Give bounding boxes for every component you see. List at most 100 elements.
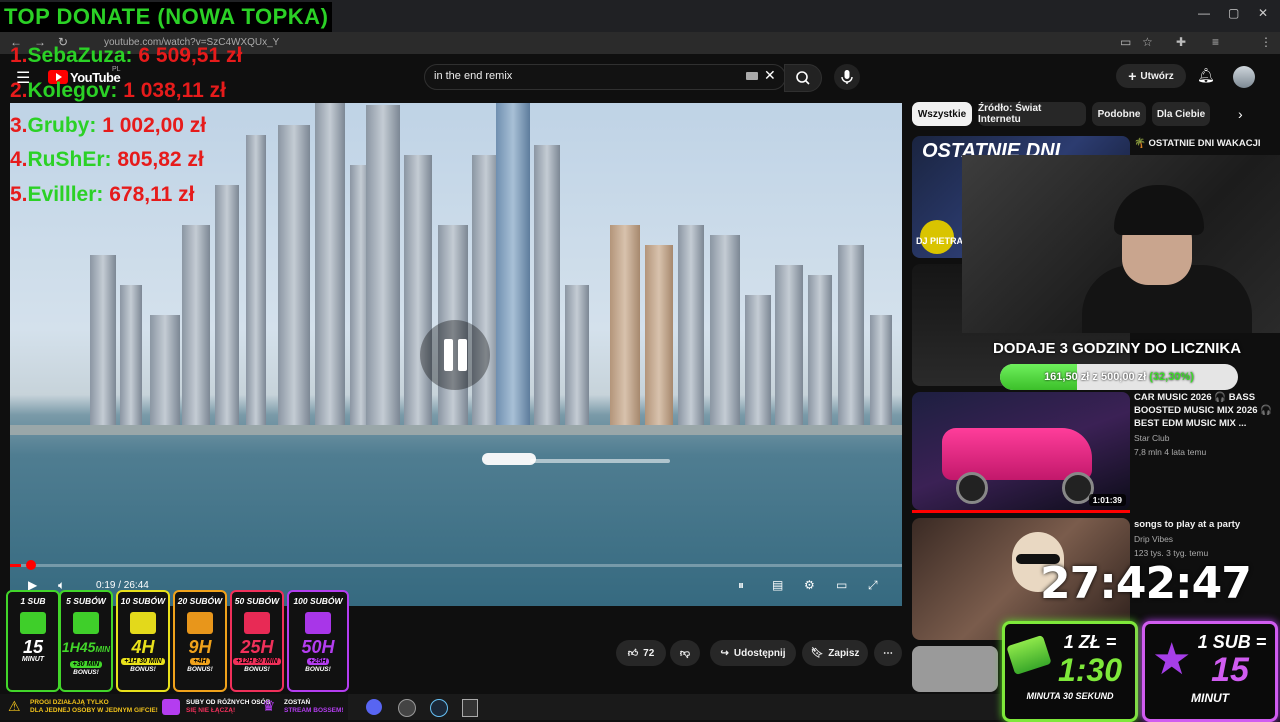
tier-time: 50H xyxy=(301,637,335,657)
star-icon: ★ xyxy=(1152,635,1192,684)
video-title[interactable]: CAR MUSIC 2026 🎧 BASS BOOSTED MUSIC MIX … xyxy=(1134,391,1274,430)
tier-time: 4H xyxy=(131,637,155,657)
video-meta: 7,8 mln 4 lata temu xyxy=(1134,447,1207,457)
gift-icon xyxy=(162,699,180,715)
keyboard-icon[interactable] xyxy=(746,72,758,80)
gift-icon xyxy=(305,612,331,634)
tier-panel: 1 SUB 15 MINUT xyxy=(6,590,60,692)
bookmark-star-icon[interactable]: ☆ xyxy=(1142,35,1153,49)
clear-search-icon[interactable]: ✕ xyxy=(764,67,776,84)
donor-name: Kolegov: xyxy=(27,79,118,102)
search-icon xyxy=(796,71,810,85)
donor-amount: 6 509,51 zł xyxy=(138,44,243,67)
video-progress-bar[interactable] xyxy=(10,564,902,567)
subtitles-icon[interactable]: ▤ xyxy=(772,578,783,592)
like-count: 72 xyxy=(643,647,655,659)
donor-name: Evilller: xyxy=(27,183,104,206)
tier-bonus: +4H xyxy=(190,658,210,665)
avatar[interactable] xyxy=(1233,66,1255,88)
steam-icon[interactable] xyxy=(430,699,448,717)
like-button[interactable]: 👍︎ 72 xyxy=(616,640,666,666)
donor-name: RuShEr: xyxy=(27,148,112,171)
goal-percent: (32,30%) xyxy=(1149,371,1194,383)
tier-time: 1H45 xyxy=(61,639,96,655)
chips-next-icon[interactable]: › xyxy=(1238,106,1243,122)
thumbs-down-icon: 👎︎ xyxy=(679,648,691,659)
donor-name: SebaZuza: xyxy=(27,44,133,67)
notifications-bell-icon[interactable]: 🔔︎ xyxy=(1197,67,1215,84)
goal-target: 500,00 zł xyxy=(1100,371,1147,383)
search-input[interactable]: in the end remix xyxy=(434,70,512,82)
obs-icon[interactable] xyxy=(398,699,416,717)
donor-rank: 3. xyxy=(10,114,28,137)
tier-label: 100 SUBÓW xyxy=(293,596,343,606)
channel-name[interactable]: Drip Vibes xyxy=(1134,532,1173,546)
sub-rate-label: 1 SUB = xyxy=(1197,632,1267,652)
donor-row: 2.Kolegov: 1 038,11 zł xyxy=(10,79,226,103)
more-actions-button[interactable]: ⋯ xyxy=(874,640,902,666)
minimize-icon[interactable]: — xyxy=(1198,6,1210,20)
tier-bonus-label: BONUS! xyxy=(130,666,156,673)
bookmark-icon: 🔖︎ xyxy=(810,647,824,659)
discord-icon[interactable] xyxy=(366,699,382,715)
tab-list-icon[interactable]: ≡ xyxy=(1212,35,1219,49)
voice-search-button[interactable] xyxy=(834,64,860,90)
info-boss-line2: STREAM BOSSEM! xyxy=(284,707,344,714)
warning-icon: ⚠ xyxy=(8,698,21,714)
money-rate-unit: MINUTA 30 SEKUND xyxy=(1026,691,1114,701)
search-button[interactable] xyxy=(784,64,822,92)
create-button[interactable]: + Utwórz xyxy=(1116,64,1186,88)
info-subs: SUBY OD RÓŻNYCH OSÓB SIĘ NIE ŁĄCZĄ! xyxy=(186,699,270,715)
chip-all[interactable]: Wszystkie xyxy=(912,102,972,126)
tier-label: 10 SUBÓW xyxy=(120,596,166,606)
tier-bonus: +1H 30 MIN xyxy=(121,658,165,665)
epic-games-icon[interactable] xyxy=(462,699,478,717)
donor-row: 4.RuShEr: 805,82 zł xyxy=(10,148,204,172)
fullscreen-icon[interactable]: ⤢ xyxy=(868,578,878,593)
dislike-button[interactable]: 👎︎ xyxy=(670,640,700,666)
info-subs-line2: SIĘ NIE ŁĄCZĄ! xyxy=(186,707,236,714)
autoplay-toggle-icon[interactable]: ⏸︎ xyxy=(738,578,744,593)
webcam-overlay xyxy=(962,155,1280,333)
tier-bonus-label: BONUS! xyxy=(305,666,331,673)
share-button[interactable]: ↪ Udostępnij xyxy=(710,640,796,666)
cast-icon[interactable]: ▭ xyxy=(1120,35,1131,49)
tier-bonus-label: BONUS! xyxy=(187,666,213,673)
chip-source[interactable]: Źródło: Świat Internetu xyxy=(978,102,1086,126)
theater-mode-icon[interactable]: ▭ xyxy=(836,578,847,592)
gift-icon xyxy=(20,612,46,634)
donor-amount: 1 038,11 zł xyxy=(123,79,226,102)
video-thumbnail[interactable] xyxy=(912,646,998,692)
donor-amount: 678,11 zł xyxy=(109,183,195,206)
chip-for-you[interactable]: Dla Ciebie xyxy=(1152,102,1210,126)
video-thumbnail[interactable]: 1:01:39 xyxy=(912,392,1130,510)
video-duration: 1:01:39 xyxy=(1088,494,1126,506)
donor-rank: 1. xyxy=(10,44,28,67)
donor-rank: 2. xyxy=(10,79,28,102)
video-title[interactable]: songs to play at a party xyxy=(1134,518,1274,531)
tier-panel: 5 SUBÓW 1H45MIN +30 MIN BONUS! xyxy=(59,590,113,692)
pause-button[interactable] xyxy=(420,320,490,390)
tier-label: 1 SUB xyxy=(20,596,46,606)
thumbs-up-icon: 👍︎ xyxy=(627,648,639,659)
video-title[interactable]: 🌴 OSTATNIE DNI WAKACJI xyxy=(1134,137,1274,150)
extensions-icon[interactable]: ✚ xyxy=(1176,35,1186,49)
tier-bonus-label: BONUS! xyxy=(244,666,270,673)
tier-time: 15 xyxy=(22,637,44,657)
maximize-icon[interactable]: ▢ xyxy=(1228,6,1239,20)
goal-current: 161,50 zł xyxy=(1044,371,1090,383)
money-rate-label: 1 ZŁ = xyxy=(1063,632,1117,652)
channel-name[interactable]: Star Club xyxy=(1134,431,1169,445)
chip-related[interactable]: Podobne xyxy=(1092,102,1146,126)
close-window-icon[interactable]: ✕ xyxy=(1258,6,1268,20)
donor-rank: 4. xyxy=(10,148,28,171)
save-button[interactable]: 🔖︎ Zapisz xyxy=(802,640,868,666)
info-boss-line1: ZOSTAŃ xyxy=(284,699,311,706)
plus-icon: + xyxy=(1128,68,1137,84)
goal-separator: z xyxy=(1092,371,1098,383)
info-warning-line1: PROGI DZIAŁAJĄ TYLKO xyxy=(30,699,109,706)
gift-icon xyxy=(187,612,213,634)
browser-menu-icon[interactable]: ⋮ xyxy=(1260,35,1272,49)
settings-gear-icon[interactable]: ⚙ xyxy=(804,578,815,592)
progress-scrubber[interactable] xyxy=(26,560,36,570)
